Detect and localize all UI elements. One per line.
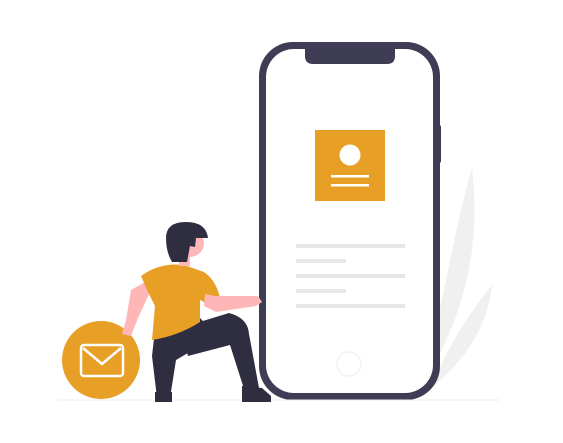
profile-line-1 — [331, 175, 369, 178]
profile-line-2 — [331, 184, 369, 187]
profile-avatar-circle — [339, 144, 361, 166]
placeholder-line — [296, 244, 405, 248]
phone — [259, 42, 441, 400]
profile-card — [315, 130, 385, 201]
placeholder-line — [296, 274, 405, 278]
person-front-arm — [204, 294, 262, 312]
phone-screen — [266, 49, 433, 393]
person-shoe-back — [155, 392, 172, 402]
placeholder-line — [296, 289, 346, 293]
person-back-arm — [122, 282, 150, 336]
phone-notch — [305, 49, 395, 64]
illustration-scene — [0, 0, 563, 443]
person-shoe-front — [242, 386, 271, 402]
placeholder-line — [296, 304, 405, 308]
illustration-svg — [58, 42, 500, 402]
placeholder-line — [296, 259, 346, 263]
person — [122, 222, 271, 402]
